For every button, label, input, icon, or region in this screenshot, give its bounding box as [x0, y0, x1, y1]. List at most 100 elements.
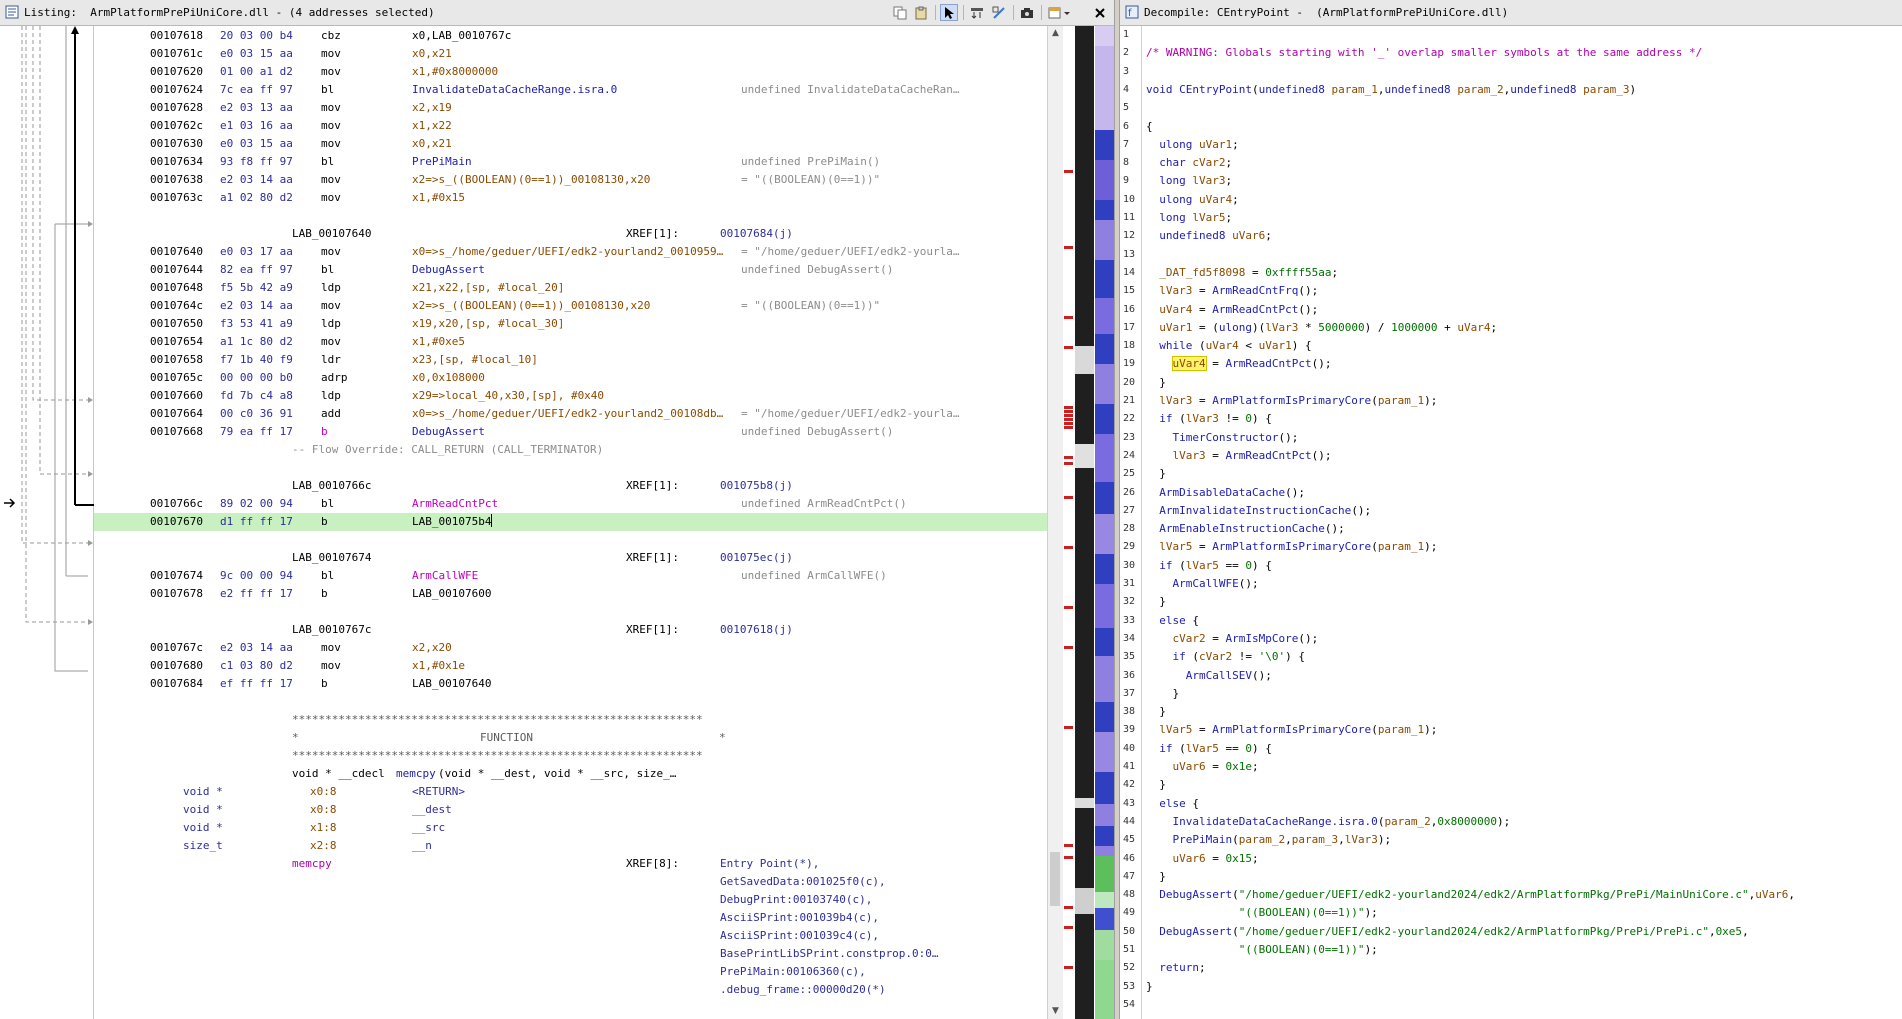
listing-row[interactable]: 00107618 20 03 00 b4 cbz x0,LAB_0010767c: [94, 27, 1047, 45]
listing-row[interactable]: BasePrintLibSPrint.constprop.0:0…: [94, 945, 1047, 963]
marker-margin[interactable]: [1063, 26, 1075, 1019]
scroll-thumb[interactable]: [1050, 852, 1060, 906]
listing-row[interactable]: 00107680 c1 03 80 d2 mov x1,#0x1e: [94, 657, 1047, 675]
listing-row[interactable]: 00107674 9c 00 00 94 bl ArmCallWFE undefined…: [94, 567, 1047, 585]
code-line[interactable]: ulong uVar4;: [1146, 191, 1239, 209]
code-line[interactable]: if (lVar3 != 0) {: [1146, 410, 1272, 428]
close-icon[interactable]: [1091, 4, 1109, 21]
listing-row[interactable]: void * __cdecl memcpy (void * __dest, voi…: [94, 765, 1047, 783]
listing-row[interactable]: LAB_00107674 XREF[1]: 001075ec(j): [94, 549, 1047, 567]
listing-row[interactable]: [94, 603, 1047, 621]
listing-row[interactable]: 00107630 e0 03 15 aa mov x0,x21: [94, 135, 1047, 153]
listing-scrollbar[interactable]: ▲ ▼: [1047, 26, 1063, 1019]
code-line[interactable]: lVar5 = ArmPlatformIsPrimaryCore(param_1…: [1146, 538, 1437, 556]
listing-row[interactable]: .debug_frame::00000d20(*): [94, 981, 1047, 999]
code-line[interactable]: _DAT_fd5f8098 = 0xffff55aa;: [1146, 264, 1338, 282]
listing-row[interactable]: 0010767c e2 03 14 aa mov x2,x20: [94, 639, 1047, 657]
listing-row[interactable]: PrePiMain:00106360(c),: [94, 963, 1047, 981]
listing-row[interactable]: AsciiSPrint:001039c4(c),: [94, 927, 1047, 945]
code-line[interactable]: }: [1146, 374, 1166, 392]
listing-row[interactable]: 00107654 a1 1c 80 d2 mov x1,#0xe5: [94, 333, 1047, 351]
code-line[interactable]: void CEntryPoint(undefined8 param_1,unde…: [1146, 81, 1636, 99]
scroll-down-arrow[interactable]: ▼: [1048, 1004, 1063, 1019]
listing-row[interactable]: LAB_0010766c XREF[1]: 001075b8(j): [94, 477, 1047, 495]
listing-row[interactable]: ****************************************…: [94, 747, 1047, 765]
code-line[interactable]: uVar1 = (ulong)(lVar3 * 5000000) / 10000…: [1146, 319, 1497, 337]
listing-row[interactable]: * FUNCTION *: [94, 729, 1047, 747]
listing-row[interactable]: LAB_0010767c XREF[1]: 00107618(j): [94, 621, 1047, 639]
code-line[interactable]: if (cVar2 != '\0') {: [1146, 648, 1305, 666]
code-line[interactable]: uVar6 = 0x15;: [1146, 850, 1258, 868]
code-line[interactable]: }: [1146, 703, 1166, 721]
listing-code-area[interactable]: 00107618 20 03 00 b4 cbz x0,LAB_0010767c 001…: [94, 26, 1047, 1019]
flow-arrow-margin[interactable]: [0, 26, 94, 1019]
listing-row[interactable]: 00107620 01 00 a1 d2 mov x1,#0x8000000: [94, 63, 1047, 81]
listing-row[interactable]: [94, 459, 1047, 477]
decompile-code-area[interactable]: /* WARNING: Globals starting with '_' ov…: [1142, 26, 1902, 1019]
listing-row[interactable]: void * x1:8 __src: [94, 819, 1047, 837]
code-line[interactable]: uVar4 = ArmReadCntPct();: [1146, 301, 1318, 319]
code-line[interactable]: uVar6 = 0x1e;: [1146, 758, 1258, 776]
code-line[interactable]: if (lVar5 == 0) {: [1146, 557, 1272, 575]
scroll-up-arrow[interactable]: ▲: [1048, 26, 1063, 41]
listing-row[interactable]: [94, 531, 1047, 549]
listing-row[interactable]: 0010762c e1 03 16 aa mov x1,x22: [94, 117, 1047, 135]
code-line[interactable]: ArmEnableInstructionCache();: [1146, 520, 1344, 538]
code-line[interactable]: lVar5 = ArmPlatformIsPrimaryCore(param_1…: [1146, 721, 1437, 739]
code-line[interactable]: else {: [1146, 795, 1199, 813]
code-line[interactable]: long lVar5;: [1146, 209, 1232, 227]
listing-row[interactable]: [94, 999, 1047, 1017]
entropy-overview-bar[interactable]: [1075, 26, 1094, 1019]
listing-row[interactable]: 0010766c 89 02 00 94 bl ArmReadCntPct undefi…: [94, 495, 1047, 513]
listing-row[interactable]: memcpy XREF[8]: Entry Point(*),: [94, 855, 1047, 873]
code-line[interactable]: lVar3 = ArmPlatformIsPrimaryCore(param_1…: [1146, 392, 1437, 410]
listing-row[interactable]: 0010764c e2 03 14 aa mov x2=>s_((BOOLEAN)(0…: [94, 297, 1047, 315]
listing-row[interactable]: 00107660 fd 7b c4 a8 ldp x29=>local_40,x30,…: [94, 387, 1047, 405]
listing-row[interactable]: DebugPrint:00103740(c),: [94, 891, 1047, 909]
code-line[interactable]: char cVar2;: [1146, 154, 1232, 172]
flow-arrows-icon[interactable]: [968, 4, 986, 21]
code-line[interactable]: PrePiMain(param_2,param_3,lVar3);: [1146, 831, 1392, 849]
listing-row[interactable]: AsciiSPrint:001039b4(c),: [94, 909, 1047, 927]
code-line[interactable]: undefined8 uVar6;: [1146, 227, 1272, 245]
paste-icon[interactable]: [912, 4, 930, 21]
code-line[interactable]: return;: [1146, 959, 1205, 977]
listing-row[interactable]: 00107638 e2 03 14 aa mov x2=>s_((BOOLEAN)(0…: [94, 171, 1047, 189]
listing-row[interactable]: void * x0:8 <RETURN>: [94, 783, 1047, 801]
code-line[interactable]: lVar3 = ArmReadCntFrq();: [1146, 282, 1318, 300]
listing-row[interactable]: GetSavedData:001025f0(c),: [94, 873, 1047, 891]
listing-row[interactable]: 00107664 00 c0 36 91 add x0=>s_/home/geduer…: [94, 405, 1047, 423]
code-line[interactable]: /* WARNING: Globals starting with '_' ov…: [1146, 44, 1702, 62]
listing-row[interactable]: LAB_00107640 XREF[1]: 00107684(j): [94, 225, 1047, 243]
code-line[interactable]: "((BOOLEAN)(0==1))");: [1146, 941, 1378, 959]
listing-row[interactable]: 00107634 93 f8 ff 97 bl PrePiMain undefined …: [94, 153, 1047, 171]
block-overview-bar[interactable]: [1095, 26, 1114, 1019]
code-line[interactable]: TimerConstructor();: [1146, 429, 1299, 447]
code-line[interactable]: ArmInvalidateInstructionCache();: [1146, 502, 1371, 520]
listing-row[interactable]: 00107628 e2 03 13 aa mov x2,x19: [94, 99, 1047, 117]
listing-row[interactable]: 00107644 82 ea ff 97 bl DebugAssert undefine…: [94, 261, 1047, 279]
listing-row[interactable]: ****************************************…: [94, 711, 1047, 729]
code-line[interactable]: ArmDisableDataCache();: [1146, 484, 1305, 502]
code-line[interactable]: }: [1146, 465, 1166, 483]
listing-row[interactable]: 0010763c a1 02 80 d2 mov x1,#0x15: [94, 189, 1047, 207]
code-line[interactable]: ArmCallSEV();: [1146, 667, 1272, 685]
listing-row[interactable]: [94, 207, 1047, 225]
view-menu-icon[interactable]: [1046, 4, 1074, 21]
listing-row[interactable]: void * x0:8 __dest: [94, 801, 1047, 819]
listing-row[interactable]: 0010765c 00 00 00 b0 adrp x0,0x108000: [94, 369, 1047, 387]
code-line[interactable]: while (uVar4 < uVar1) {: [1146, 337, 1311, 355]
code-line[interactable]: }: [1146, 978, 1153, 996]
code-line[interactable]: }: [1146, 868, 1166, 886]
code-line[interactable]: cVar2 = ArmIsMpCore();: [1146, 630, 1318, 648]
listing-row[interactable]: -- Flow Override: CALL_RETURN (CALL_TERM…: [94, 441, 1047, 459]
code-line[interactable]: "((BOOLEAN)(0==1))");: [1146, 904, 1378, 922]
code-line[interactable]: else {: [1146, 612, 1199, 630]
listing-row[interactable]: 00107678 e2 ff ff 17 b LAB_00107600: [94, 585, 1047, 603]
listing-row[interactable]: size_t x2:8 __n: [94, 837, 1047, 855]
code-line[interactable]: ArmCallWFE();: [1146, 575, 1259, 593]
copy-icon[interactable]: [891, 4, 909, 21]
code-line[interactable]: if (lVar5 == 0) {: [1146, 740, 1272, 758]
code-line[interactable]: InvalidateDataCacheRange.isra.0(param_2,…: [1146, 813, 1511, 831]
diff-icon[interactable]: [990, 4, 1008, 21]
